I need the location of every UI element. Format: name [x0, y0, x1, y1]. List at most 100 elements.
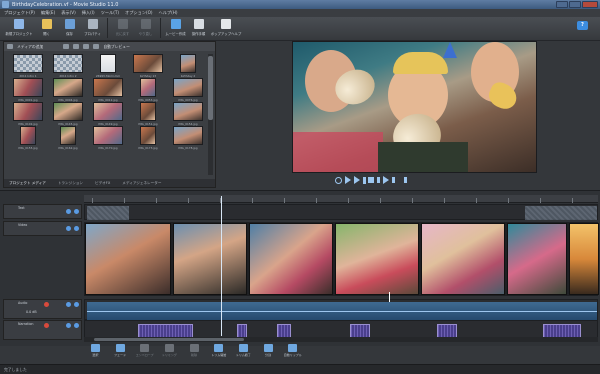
- media-item[interactable]: IMG_0151.jpg: [128, 102, 168, 126]
- video-clip[interactable]: [173, 223, 247, 295]
- video-clip[interactable]: [507, 223, 567, 295]
- track-mute-icon[interactable]: [66, 209, 71, 214]
- track-mute-icon[interactable]: [66, 226, 71, 231]
- media-item[interactable]: IMG_0155.jpg: [8, 126, 48, 150]
- text-track[interactable]: [84, 204, 598, 220]
- media-item[interactable]: IMG_0145.jpg: [48, 102, 88, 126]
- video-track[interactable]: [84, 222, 599, 296]
- close-button[interactable]: [582, 1, 598, 8]
- video-clip[interactable]: [335, 223, 419, 295]
- media-item[interactable]: IMG_0170.jpg: [88, 126, 128, 150]
- auto-ripple-tool-button[interactable]: 自動リップル: [281, 344, 304, 357]
- track-header-video[interactable]: Video: [3, 221, 82, 236]
- narration-clip[interactable]: [543, 324, 581, 338]
- media-item[interactable]: IMG_0173.jpg: [128, 126, 168, 150]
- envelope-tool-button[interactable]: エンベロープ: [133, 344, 156, 357]
- media-item[interactable]: birthday 13: [128, 54, 168, 78]
- popup-help-button[interactable]: ポップアップヘルプ: [211, 17, 241, 39]
- video-clip[interactable]: [249, 223, 333, 295]
- tab-video-fx[interactable]: ビデオFX: [95, 181, 110, 186]
- media-item[interactable]: IMG_0178.jpg: [168, 126, 208, 150]
- media-item[interactable]: 2011 Intro 2: [48, 54, 88, 78]
- add-media-label[interactable]: メディアの追加: [17, 44, 43, 50]
- record-icon[interactable]: [44, 323, 49, 328]
- go-to-start-button[interactable]: [377, 177, 380, 183]
- track-header-narration[interactable]: Narration: [3, 320, 82, 340]
- video-clip[interactable]: [569, 223, 599, 295]
- menu-view[interactable]: 表示(V): [61, 10, 76, 16]
- video-clip[interactable]: [85, 223, 171, 295]
- media-item[interactable]: 26993-fdomi.mm: [88, 54, 128, 78]
- tab-media-generators[interactable]: メディアジェネレーター: [122, 181, 161, 186]
- menu-edit[interactable]: 編集(E): [41, 10, 55, 16]
- minimize-button[interactable]: [556, 1, 568, 8]
- media-scrollbar[interactable]: [208, 54, 213, 175]
- add-media-icon[interactable]: [7, 44, 13, 49]
- tab-project-media[interactable]: プロジェクト メディア: [9, 181, 46, 186]
- make-movie-button[interactable]: ムービー作成: [165, 17, 186, 39]
- media-item[interactable]: IMG_0154.jpg: [168, 102, 208, 126]
- media-item[interactable]: IMG_0162.jpg: [48, 126, 88, 150]
- menu-insert[interactable]: 挿入(I): [82, 10, 95, 16]
- track-mute-icon[interactable]: [66, 323, 71, 328]
- track-fx-icon[interactable]: [74, 323, 79, 328]
- properties-button[interactable]: プロパティ: [82, 17, 103, 39]
- track-header-audio[interactable]: Audio 0.0 dB: [3, 299, 82, 319]
- fade-tool-button[interactable]: フェード: [109, 344, 132, 357]
- sort-icon[interactable]: [83, 44, 90, 49]
- trim-end-tool-button[interactable]: トリム終了: [232, 344, 255, 357]
- media-item[interactable]: IMG_0102.jpg: [8, 102, 48, 126]
- audio-track[interactable]: [84, 299, 598, 320]
- auto-preview-label[interactable]: 自動プレビュー: [103, 44, 130, 50]
- media-item[interactable]: birthday 2: [168, 54, 208, 78]
- menu-help[interactable]: ヘルプ(H): [159, 10, 178, 16]
- menu-options[interactable]: オプション(O): [125, 10, 153, 16]
- track-header-text[interactable]: Text: [3, 204, 82, 219]
- text-clip[interactable]: [87, 206, 129, 220]
- open-folder-button[interactable]: 開く: [36, 17, 57, 39]
- show-me-how-button[interactable]: 操作手順: [188, 17, 209, 39]
- track-fx-icon[interactable]: [74, 226, 79, 231]
- prev-frame-button[interactable]: [392, 177, 398, 183]
- audio-clip[interactable]: [87, 302, 597, 320]
- media-item[interactable]: IMG_0012.jpg: [88, 78, 128, 102]
- media-item[interactable]: 2011 Intro 1: [8, 54, 48, 78]
- go-to-end-button[interactable]: [383, 176, 389, 184]
- video-clip[interactable]: [421, 223, 505, 295]
- record-icon[interactable]: [44, 302, 49, 307]
- stop-button[interactable]: [368, 177, 374, 183]
- media-item[interactable]: IMG_0001.jpg: [8, 78, 48, 102]
- play-from-start-button[interactable]: [345, 176, 351, 184]
- menu-project[interactable]: プロジェクト(P): [4, 10, 35, 16]
- loop-button[interactable]: [335, 176, 342, 184]
- menu-tools[interactable]: ツール(T): [101, 10, 119, 16]
- maximize-button[interactable]: [569, 1, 581, 8]
- help-button[interactable]: ?: [577, 21, 588, 30]
- track-fx-icon[interactable]: [74, 302, 79, 307]
- narration-clip[interactable]: [277, 324, 291, 338]
- auto-preview-icon[interactable]: [93, 44, 100, 49]
- media-item[interactable]: IMG_0149.jpg: [88, 102, 128, 126]
- trim-start-tool-button[interactable]: トリム開始: [207, 344, 230, 357]
- media-item[interactable]: IMG_0076.jpg: [168, 78, 208, 102]
- crop-tool-button[interactable]: トリミング: [158, 344, 181, 357]
- track-fx-icon[interactable]: [74, 209, 79, 214]
- timeline-scrollbar[interactable]: [84, 337, 598, 342]
- remove-icon[interactable]: [73, 44, 80, 49]
- narration-clip[interactable]: [138, 324, 193, 338]
- next-frame-button[interactable]: [401, 177, 407, 183]
- split-tool-button[interactable]: 分割: [257, 344, 280, 357]
- view-icon[interactable]: [63, 44, 70, 49]
- narration-clip[interactable]: [237, 324, 247, 338]
- timeline-scroll-thumb[interactable]: [94, 338, 244, 341]
- narration-clip[interactable]: [437, 324, 457, 338]
- pause-button[interactable]: [363, 176, 366, 184]
- playhead-cursor[interactable]: [221, 196, 222, 336]
- text-clip[interactable]: [525, 206, 597, 220]
- narration-clip[interactable]: [350, 324, 370, 338]
- timeline-ruler[interactable]: [84, 195, 598, 203]
- redo-button[interactable]: やり直し: [135, 17, 156, 39]
- save-button[interactable]: 保存: [59, 17, 80, 39]
- media-scroll-thumb[interactable]: [208, 56, 213, 120]
- play-button[interactable]: [354, 176, 360, 184]
